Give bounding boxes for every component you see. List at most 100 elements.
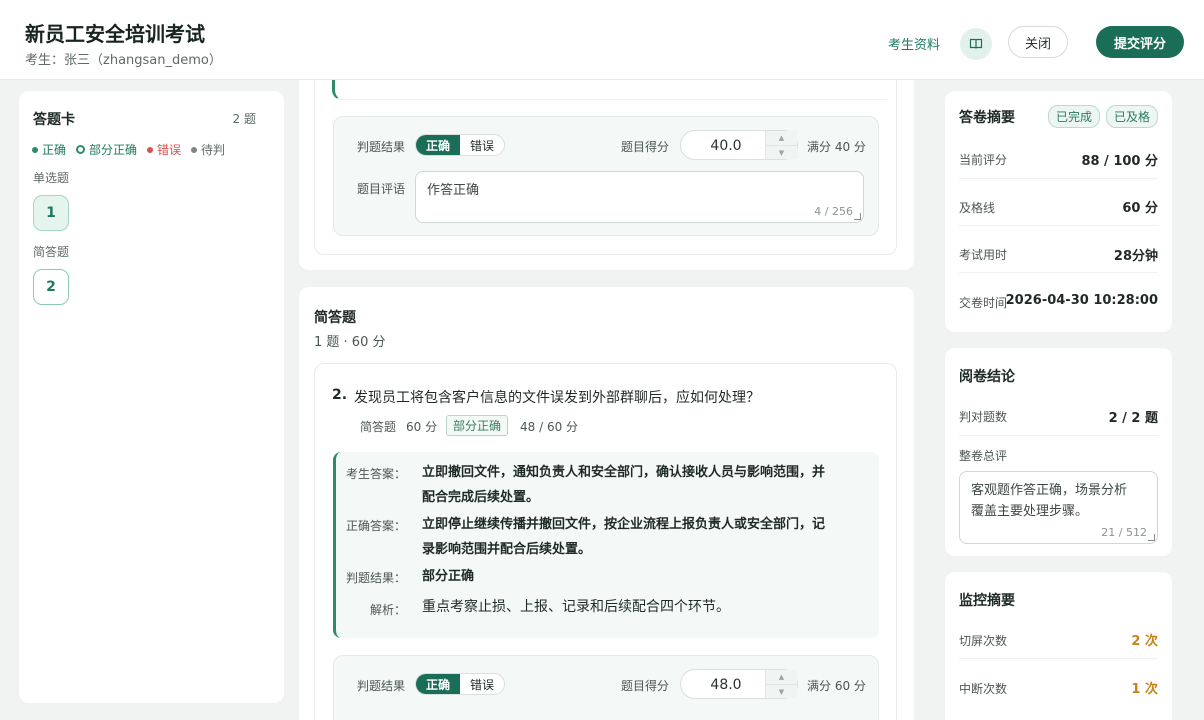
short-answer-section: 简答题 1 题 · 60 分 2. 发现员工将包含客户信息的文件误发到外部群聊后… xyxy=(299,287,914,720)
result-toggle: 正确 错误 xyxy=(415,673,506,695)
correct-answer-line-1: 立即停止继续传播并撤回文件，按企业流程上报负责人或安全部门，记 xyxy=(422,517,826,532)
summary-key-duration: 考试用时 xyxy=(959,248,1008,262)
summary-key-passline: 及格线 xyxy=(959,201,996,215)
answer-block-tail xyxy=(332,80,887,100)
result-value: 部分正确 xyxy=(422,569,475,584)
question-2-grading: 判题结果 正确 错误 题目得分 48.0 ▲ ▼ 满分 60 分 xyxy=(333,655,879,720)
divider xyxy=(959,435,1158,436)
score-value[interactable]: 48.0 xyxy=(681,677,771,693)
resize-handle-icon[interactable] xyxy=(1148,534,1155,541)
score-stepper[interactable]: ▲ ▼ xyxy=(765,131,797,159)
overall-comment-textarea[interactable]: 客观题作答正确，场景分析 覆盖主要处理步骤。 21 / 512 xyxy=(959,471,1158,544)
app-header: 新员工安全培训考试 考生：张三（zhangsan_demo） 考生资料 关闭 提… xyxy=(0,0,1204,80)
stepper-down-icon[interactable]: ▼ xyxy=(766,684,797,698)
question-nav-1[interactable]: 1 xyxy=(33,195,69,231)
full-score: 满分 60 分 xyxy=(807,679,866,693)
badge-completed: 已完成 xyxy=(1048,105,1101,128)
score-input[interactable]: 48.0 ▲ ▼ xyxy=(680,669,798,699)
summary-key-score: 当前评分 xyxy=(959,153,1008,167)
interrupt-value: 1 次 xyxy=(1131,682,1158,697)
student-answer-label: 考生答案： xyxy=(345,467,406,481)
badge-passed: 已及格 xyxy=(1106,105,1159,128)
stepper-up-icon[interactable]: ▲ xyxy=(766,670,797,684)
overall-comment-line-1[interactable]: 客观题作答正确，场景分析 xyxy=(971,480,1127,501)
question-2-text: 发现员工将包含客户信息的文件误发到外部群聊后，应如何处理？ xyxy=(354,390,760,406)
overall-comment-counter: 21 / 512 xyxy=(1101,526,1147,539)
score-label: 题目得分 xyxy=(621,679,670,693)
correct-answer-line-2: 录影响范围并配合后续处置。 xyxy=(422,542,592,557)
book-icon xyxy=(969,38,983,49)
result-correct-option[interactable]: 正确 xyxy=(416,135,461,155)
result-wrong-option[interactable]: 错误 xyxy=(460,674,504,694)
candidate-info: 考生：张三（zhangsan_demo） xyxy=(25,53,222,68)
summary-key-submit-time: 交卷时间 xyxy=(959,296,1008,310)
legend-wrong: 错误 xyxy=(147,141,181,158)
correct-count-key: 判对题数 xyxy=(959,410,1008,424)
question-2-type: 简答题 xyxy=(360,420,397,434)
result-label: 判题结果 xyxy=(357,679,406,693)
screen-switch-key: 切屏次数 xyxy=(959,634,1008,648)
correct-count-value: 2 / 2 题 xyxy=(1108,411,1158,426)
overall-comment-label: 整卷总评 xyxy=(959,449,1008,463)
divider xyxy=(959,225,1158,226)
answer-card-panel: 答题卡 2 题 正确 部分正确 错误 待判 单选题 1 简答题 2 xyxy=(19,91,284,703)
section-label-single: 单选题 xyxy=(33,171,70,185)
score-value[interactable]: 40.0 xyxy=(681,138,771,154)
monitor-title: 监控摘要 xyxy=(959,593,1015,609)
answer-card-count: 2 题 xyxy=(232,112,256,126)
question-1-card: 判题结果 正确 错误 题目得分 40.0 ▲ ▼ 满分 40 分 题目评语 作答正… xyxy=(299,80,914,270)
result-correct-option[interactable]: 正确 xyxy=(416,674,461,694)
result-label: 判题结果： xyxy=(345,571,406,585)
student-answer-line-1: 立即撤回文件，通知负责人和安全部门，确认接收人员与影响范围，并 xyxy=(422,465,826,480)
submit-grading-button[interactable]: 提交评分 xyxy=(1096,26,1184,58)
summary-panel: 答卷摘要 已完成 已及格 当前评分 88 / 100 分 及格线 60 分 考试… xyxy=(945,91,1172,332)
full-score: 满分 40 分 xyxy=(807,140,866,154)
comment-text[interactable]: 作答正确 xyxy=(427,180,479,201)
question-nav-2[interactable]: 2 xyxy=(33,269,69,305)
divider xyxy=(959,272,1158,273)
student-answer-line-2: 配合完成后续处置。 xyxy=(422,490,540,505)
exam-title: 新员工安全培训考试 xyxy=(25,22,205,46)
result-toggle: 正确 错误 xyxy=(415,134,506,156)
result-wrong-option[interactable]: 错误 xyxy=(460,135,504,155)
comment-counter: 4 / 256 xyxy=(814,205,853,218)
screen-switch-value: 2 次 xyxy=(1131,634,1158,649)
score-stepper[interactable]: ▲ ▼ xyxy=(765,670,797,698)
conclusion-title: 阅卷结论 xyxy=(959,369,1015,385)
comment-textarea[interactable]: 作答正确 4 / 256 xyxy=(415,171,864,223)
section-title: 简答题 xyxy=(314,310,356,326)
interrupt-key: 中断次数 xyxy=(959,682,1008,696)
analysis-label: 解析： xyxy=(369,603,406,617)
summary-value-passline: 60 分 xyxy=(1122,201,1158,216)
divider xyxy=(959,178,1158,179)
question-1-grading: 判题结果 正确 错误 题目得分 40.0 ▲ ▼ 满分 40 分 题目评语 作答正… xyxy=(333,116,879,236)
book-icon-button[interactable] xyxy=(960,28,992,60)
legend-partial: 部分正确 xyxy=(76,141,137,158)
section-label-short: 简答题 xyxy=(33,245,70,259)
summary-value-duration: 28分钟 xyxy=(1113,249,1158,264)
conclusion-panel: 阅卷结论 判对题数 2 / 2 题 整卷总评 客观题作答正确，场景分析 覆盖主要… xyxy=(945,348,1172,556)
overall-comment-line-2[interactable]: 覆盖主要处理步骤。 xyxy=(971,501,1088,522)
summary-value-score: 88 / 100 分 xyxy=(1081,154,1158,169)
summary-title: 答卷摘要 xyxy=(959,110,1015,126)
stepper-down-icon[interactable]: ▼ xyxy=(766,145,797,159)
summary-value-submit-time: 2026-04-30 10:28:00 xyxy=(1005,293,1158,308)
close-button[interactable]: 关闭 xyxy=(1008,26,1068,58)
answer-details: 考生答案： 立即撤回文件，通知负责人和安全部门，确认接收人员与影响范围，并 配合… xyxy=(333,452,879,638)
correct-answer-label: 正确答案： xyxy=(345,519,406,533)
stepper-up-icon[interactable]: ▲ xyxy=(766,131,797,145)
profile-link[interactable]: 考生资料 xyxy=(888,34,940,53)
monitor-panel: 监控摘要 切屏次数 2 次 中断次数 1 次 xyxy=(945,572,1172,720)
question-2-number: 2. xyxy=(332,387,348,403)
result-label: 判题结果 xyxy=(357,140,406,154)
legend-correct: 正确 xyxy=(32,141,66,158)
comment-label: 题目评语 xyxy=(357,182,406,196)
divider xyxy=(959,658,1158,659)
resize-handle-icon[interactable] xyxy=(854,213,861,220)
score-input[interactable]: 40.0 ▲ ▼ xyxy=(680,130,798,160)
status-legend: 正确 部分正确 错误 待判 xyxy=(32,141,225,158)
answer-card-title: 答题卡 xyxy=(33,112,75,128)
question-2-points: 60 分 xyxy=(406,420,438,434)
status-badge: 部分正确 xyxy=(446,415,509,436)
question-2-score: 48 / 60 分 xyxy=(520,420,579,434)
